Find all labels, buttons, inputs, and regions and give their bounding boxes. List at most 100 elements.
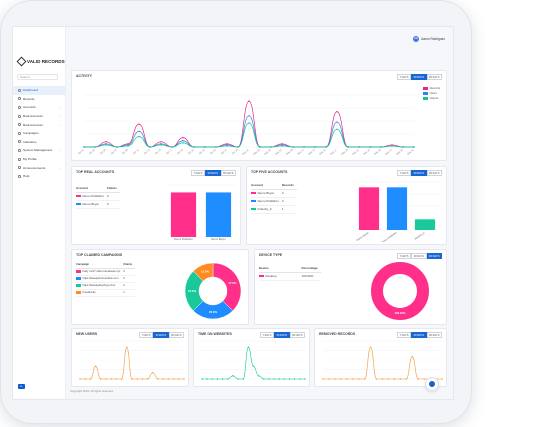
top-real-accounts-bar-chart: Demo Publisher Demo Buyer [166,184,236,241]
x-tick-label: Apr 05 [99,148,107,155]
top-five-accounts-card: TOP FIVE ACCOUNTS 7 DAYS 30 DAYS 90 DAYS A… [246,166,447,245]
x-tick-label: May 31 [407,148,415,156]
data-point [160,141,162,143]
sidebar-item-label: Dashboard [23,88,39,93]
data-point [358,378,360,380]
data-point [281,145,283,147]
data-point [138,123,140,125]
top-five-accounts-title: TOP FIVE ACCOUNTS [251,170,288,174]
data-point [369,146,371,148]
data-point [278,378,280,380]
sidebar-item-label: Campaigns [23,131,39,136]
data-point [375,378,378,380]
x-tick-label: Apr 21 [187,148,195,155]
nav-icon [18,131,21,135]
sidebar-item-7[interactable]: System Management › [13,146,65,155]
data-point [227,378,229,380]
data-point [160,144,162,146]
range-button[interactable]: 7 DAYS [190,170,206,176]
data-point [393,378,396,380]
home-icon [429,381,435,387]
table-row[interactable]: Demo Publisher 3 [76,192,120,201]
x-tick-label: Apr 01 [77,148,85,155]
range-button[interactable]: 7 DAYS [396,170,412,176]
data-point [157,378,159,380]
chevron-icon: › [60,165,61,170]
data-point [89,378,92,380]
data-point [292,146,294,148]
x-tick-label: Demo Publisher [380,230,398,242]
data-point [248,122,250,124]
x-tick-label: Apr 07 [110,148,118,155]
table-row[interactable]: body mc17.client.vtouacess.xyz 3 [76,268,136,276]
table-row[interactable]: Industry_2 1 [251,205,297,214]
new-users-card: NEW USERS 7 DAYS 30 DAYS 90 DAYS [71,328,189,387]
sidebar-item-9[interactable]: Announcements › [13,163,65,172]
sidebar-item-10[interactable]: Help [13,172,65,181]
chevron-icon: › [60,105,61,110]
nav-icon [18,114,21,118]
data-point [237,146,239,148]
data-point [336,128,338,131]
home-button[interactable] [425,377,439,391]
data-point [257,375,260,377]
bar [358,187,380,230]
app-logo[interactable]: VALID RECORDS [16,56,65,67]
table-row[interactable]: Freelancity 1 [76,289,136,297]
sidebar-item-2[interactable]: Accounts › [13,103,65,112]
campaigns-donut-chart: 37.5% 25.0% 25.0% 12.5% [184,262,242,320]
range-button[interactable]: 30 DAYS [205,170,221,176]
range-button[interactable]: 90 DAYS [426,170,442,176]
data-point [411,356,413,358]
data-point [304,378,306,380]
x-tick-label: Apr 19 [176,148,184,155]
bar [414,219,436,230]
range-button[interactable]: 30 DAYS [411,170,427,176]
collapse-sidebar-button[interactable]: ⇤ [18,384,25,389]
data-point [216,378,219,380]
sidebar-item-4[interactable]: Real Accounts › [13,120,65,129]
sidebar-item-label: Real Accounts [23,114,43,119]
x-tick-label: May 27 [385,148,393,156]
data-point [336,121,338,123]
data-point [334,378,336,380]
sidebar-item-6[interactable]: Industries [13,138,65,147]
data-point [105,378,107,380]
sidebar-item-0[interactable]: Dashboard [13,86,65,95]
x-tick-label: Apr 17 [165,148,173,155]
x-tick-label: Demo Publisher [174,237,193,241]
data-point [204,146,206,148]
data-point [149,146,151,148]
top-five-accounts-table: Account Records Demo Buyer 4 Demo Publishe… [251,182,297,214]
table-row[interactable]: https://beautydaychyq.com/2 [76,282,136,290]
sidebar-item-label: Help [23,174,30,179]
sidebar-item-5[interactable]: Campaigns [13,129,65,138]
topbar: AR Aaron Rodriguez [65,27,453,45]
data-point [84,378,86,380]
table-row[interactable]: Demo Buyer 3 [76,200,120,209]
table-row[interactable]: Demo Publisher 4 [251,197,297,206]
donut-slice [371,262,429,320]
range-button[interactable]: 90 DAYS [220,170,236,176]
x-tick-label: Demo Buyer [355,230,369,242]
x-tick-label: May 13 [308,148,316,156]
sidebar-item-8[interactable]: My Profile [13,155,65,164]
data-point [369,346,372,349]
series-line [83,115,414,148]
table-row[interactable]: https://beautyforumonline.com 2 [76,275,136,283]
sidebar-item-label: Real Accounts [23,122,43,127]
data-point [288,378,291,380]
time-on-websites-line-chart [201,340,306,380]
sidebar-item-3[interactable]: Real Accounts › [13,112,65,121]
series-line [202,347,305,380]
sidebar-item-1[interactable]: Records [13,95,65,104]
data-point [237,378,239,380]
data-point [94,146,96,148]
table-row[interactable]: Demo Buyer 4 [251,189,297,198]
user-menu[interactable]: AR Aaron Rodriguez [413,36,445,42]
data-point [336,110,338,113]
table-row[interactable]: Desktop 100.00% [259,272,321,281]
sidebar-search-input[interactable]: Search [17,74,58,80]
data-point [242,378,244,380]
bar [386,187,408,230]
